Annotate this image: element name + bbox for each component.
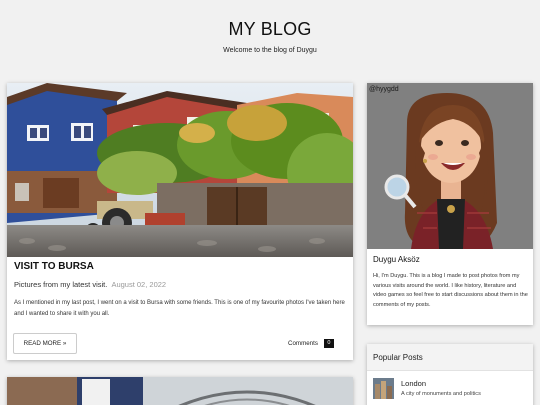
popular-item-thumbnail[interactable] — [373, 378, 394, 399]
popular-item-title[interactable]: London — [401, 379, 426, 388]
post-date: August 02, 2022 — [111, 280, 167, 289]
post-card: VISIT TO BURSA Pictures from my latest v… — [7, 83, 353, 360]
blog-subtitle: Welcome to the blog of Duygu — [223, 47, 317, 54]
popular-posts-title: Popular Posts — [373, 353, 423, 362]
profile-name: Duygu Aksöz — [373, 255, 420, 264]
post-image[interactable] — [7, 83, 353, 257]
post-card-next — [7, 377, 353, 405]
comments-link[interactable]: Comments 0 — [288, 339, 334, 348]
post-subtitle: Pictures from my latest visit. — [14, 280, 108, 289]
post-subline: Pictures from my latest visit. August 02… — [14, 280, 166, 289]
post-image-next[interactable] — [7, 377, 353, 405]
profile-avatar: @hyygdd — [367, 83, 533, 249]
comments-label: Comments — [288, 340, 318, 347]
popular-posts-header: Popular Posts — [367, 344, 533, 371]
svg-text:@hyygdd: @hyygdd — [369, 86, 399, 93]
post-excerpt: As I mentioned in my last post, I went o… — [14, 300, 345, 317]
profile-bio: Hi, I'm Duygu. This is a blog I made to … — [373, 273, 528, 308]
read-more-button[interactable]: READ MORE » — [13, 333, 77, 354]
comments-count-badge: 0 — [323, 339, 334, 348]
post-title[interactable]: VISIT TO BURSA — [14, 261, 94, 272]
blog-title[interactable]: MY BLOG — [0, 19, 540, 40]
popular-posts-widget: Popular Posts London A city of monuments… — [367, 344, 533, 405]
popular-item-description: A city of monuments and politics — [401, 391, 481, 397]
profile-card: @hyygdd Duygu Aksöz Hi, I'm Duygu. This … — [367, 83, 533, 325]
